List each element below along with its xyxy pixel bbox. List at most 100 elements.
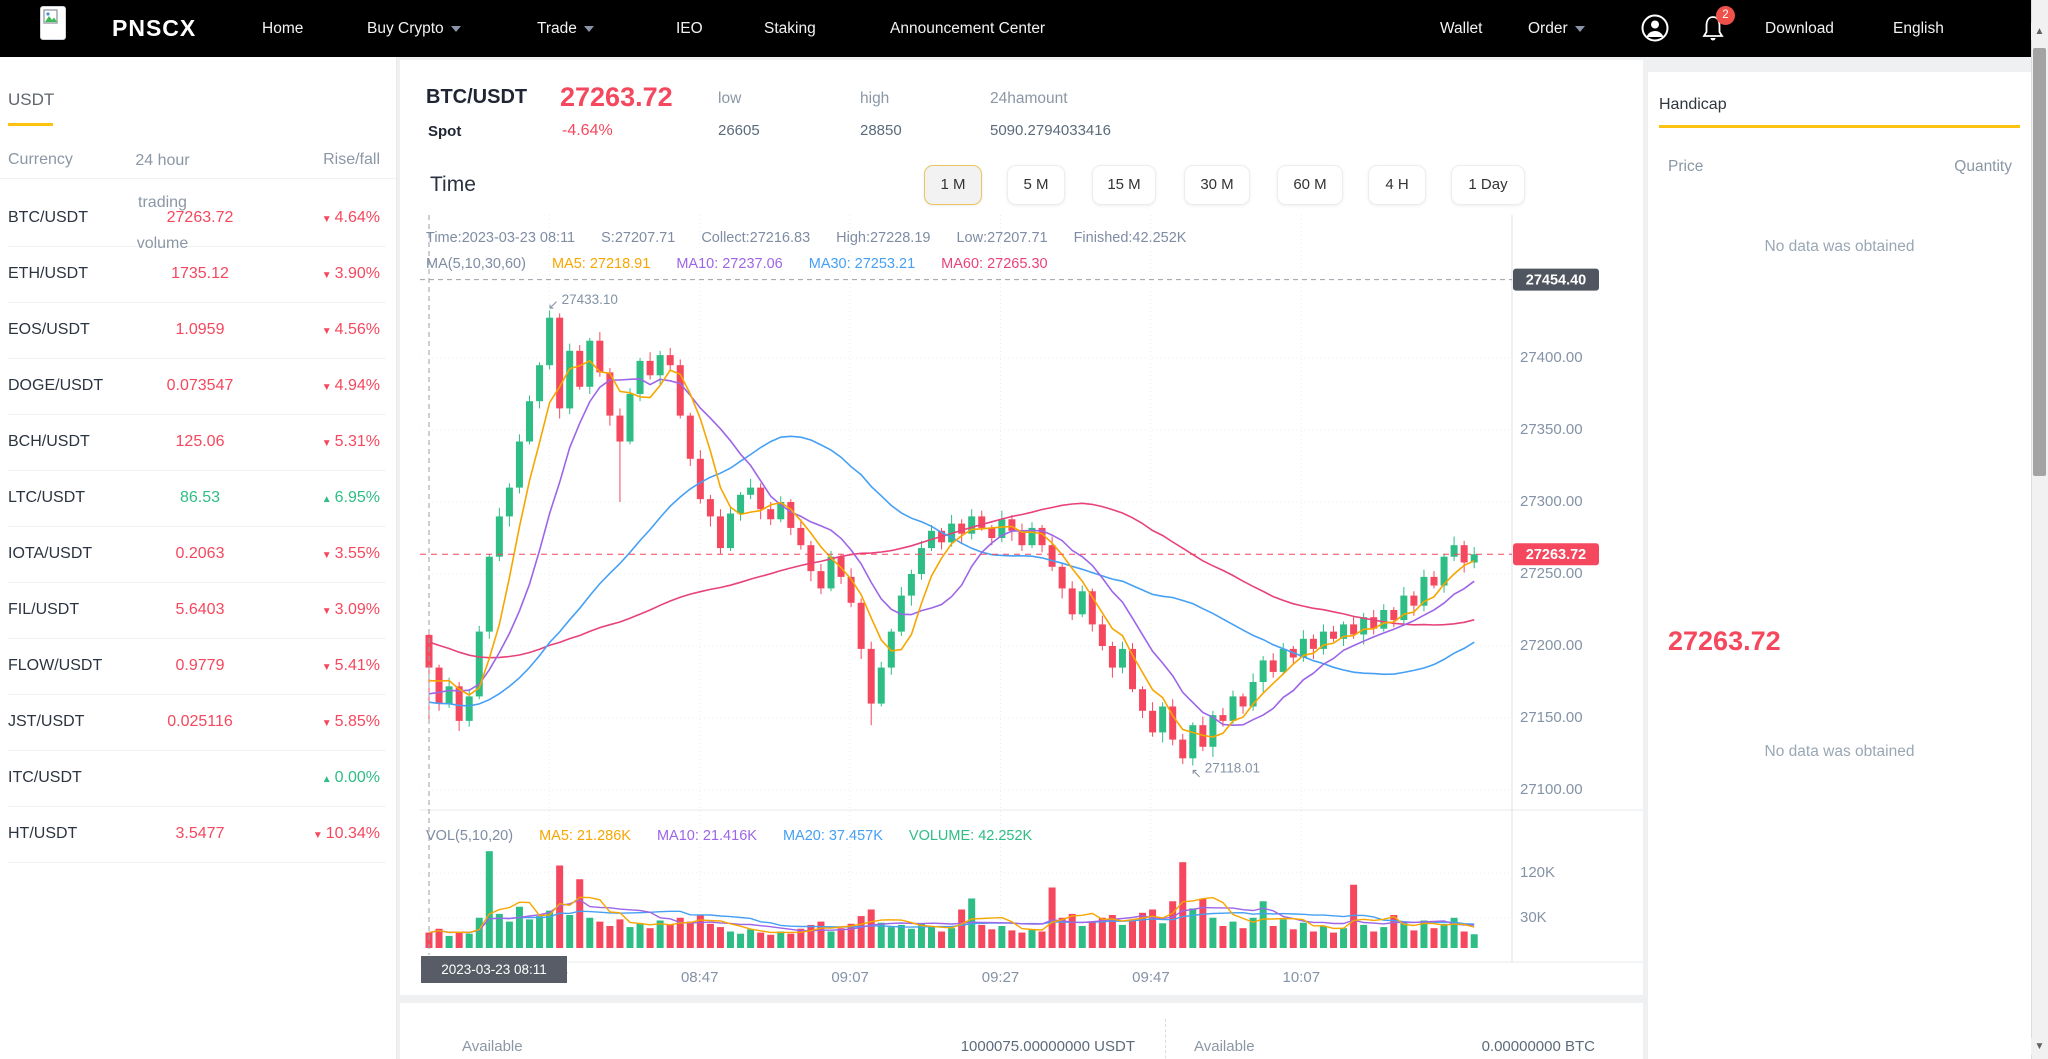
orderbook-empty-bids: No data was obtained xyxy=(1648,743,2031,761)
nav-staking[interactable]: Staking xyxy=(764,0,816,57)
nav-wallet[interactable]: Wallet xyxy=(1440,0,1483,57)
pair-price: 0.025116 xyxy=(120,694,280,750)
pair-label: FIL/USDT xyxy=(8,582,79,638)
timeframe-60m-button[interactable]: 60 M xyxy=(1277,165,1343,205)
pair-label: DOGE/USDT xyxy=(8,358,103,414)
pair-label: LTC/USDT xyxy=(8,470,85,526)
market-row-flow-usdt[interactable]: FLOW/USDT0.9779▼5.41% xyxy=(8,638,386,695)
nav-buy-crypto[interactable]: Buy Crypto xyxy=(367,0,461,57)
svg-text:30K: 30K xyxy=(1520,909,1547,926)
chevron-down-icon xyxy=(1575,26,1585,32)
pair-price: 125.06 xyxy=(120,414,280,470)
top-navbar: PNSCX Home Buy Crypto Trade IEO Staking … xyxy=(0,0,2031,57)
pair-label: EOS/USDT xyxy=(8,302,90,358)
brand-name[interactable]: PNSCX xyxy=(112,0,196,57)
high-value: 28850 xyxy=(860,122,902,139)
timeframe-15m-button[interactable]: 15 M xyxy=(1092,165,1156,205)
pair-price: 0.2063 xyxy=(120,526,280,582)
market-row-fil-usdt[interactable]: FIL/USDT 5.6403 ▼3.09% xyxy=(8,582,386,639)
pair-label: JST/USDT xyxy=(8,694,84,750)
timeframe-1day-button[interactable]: 1 Day xyxy=(1451,165,1525,205)
scrollbar-down-arrow[interactable]: ▼ xyxy=(2031,1038,2048,1055)
timeframe-4h-button[interactable]: 4 H xyxy=(1368,165,1426,205)
market-list-sidebar: USDT Currency 24 hour trading volume Ris… xyxy=(0,57,397,1059)
last-price: 27263.72 xyxy=(560,82,673,113)
trade-panel: Available 1000075.00000000 USDT Availabl… xyxy=(400,1003,1643,1059)
svg-text:27150.00: 27150.00 xyxy=(1520,709,1583,726)
nav-trade[interactable]: Trade xyxy=(537,0,594,57)
high-label: high xyxy=(860,90,889,108)
timeframe-5m-button[interactable]: 5 M xyxy=(1007,165,1065,205)
down-triangle-icon: ▼ xyxy=(322,326,332,337)
up-triangle-icon: ▲ xyxy=(322,494,332,505)
svg-text:27250.00: 27250.00 xyxy=(1520,565,1583,582)
broken-image-icon xyxy=(40,6,66,40)
column-header-risefall: Rise/fall xyxy=(323,151,380,169)
pair-label: IOTA/USDT xyxy=(8,526,92,582)
market-row-doge-usdt[interactable]: DOGE/USDT0.073547▼4.94% xyxy=(8,358,386,415)
down-triangle-icon: ▼ xyxy=(322,214,332,225)
svg-text:27200.00: 27200.00 xyxy=(1520,637,1583,654)
timeframe-30m-button[interactable]: 30 M xyxy=(1184,165,1250,205)
column-header-volume: 24 hour trading volume xyxy=(100,140,225,265)
market-row-iota-usdt[interactable]: IOTA/USDT 0.2063 ▼3.55% xyxy=(8,526,386,583)
market-row-ltc-usdt[interactable]: LTC/USDT86.53▲6.95% xyxy=(8,470,386,527)
down-triangle-icon: ▼ xyxy=(322,606,332,617)
svg-text:27263.72: 27263.72 xyxy=(1526,547,1586,563)
pair-label: FLOW/USDT xyxy=(8,638,102,694)
pair-change: ▼10.34% xyxy=(313,806,380,862)
market-row-ht-usdt[interactable]: HT/USDT3.5477▼10.34% xyxy=(8,806,386,863)
pair-change: ▼3.55% xyxy=(322,526,380,582)
pair-price: 0.9779 xyxy=(120,638,280,694)
price-change: -4.64% xyxy=(562,122,613,140)
svg-text:09:47: 09:47 xyxy=(1132,969,1170,986)
pair-label: ITC/USDT xyxy=(8,750,82,806)
pair-change: ▼3.90% xyxy=(322,246,380,302)
svg-text:10:07: 10:07 xyxy=(1283,969,1321,986)
svg-text:120K: 120K xyxy=(1520,864,1555,881)
nav-home[interactable]: Home xyxy=(262,0,303,57)
price-chart[interactable]: 27400.0027350.0027300.0027250.0027200.00… xyxy=(400,210,1643,995)
nav-ieo[interactable]: IEO xyxy=(676,0,703,57)
app-window: PNSCX Home Buy Crypto Trade IEO Staking … xyxy=(0,0,2048,1059)
svg-text:27300.00: 27300.00 xyxy=(1520,493,1583,510)
down-triangle-icon: ▼ xyxy=(322,662,332,673)
svg-text:↙: ↙ xyxy=(548,297,559,312)
nav-order[interactable]: Order xyxy=(1528,0,1585,57)
nav-download[interactable]: Download xyxy=(1765,0,1834,57)
market-row-itc-usdt[interactable]: ITC/USDT ▲0.00% xyxy=(8,750,386,807)
pair-price: 5.6403 xyxy=(120,582,280,638)
pair-label: BTC/USDT xyxy=(8,190,88,246)
pair-change: ▼3.09% xyxy=(322,582,380,638)
scrollbar-up-arrow[interactable]: ▲ xyxy=(2031,23,2048,40)
orderbook-panel: Handicap Price Quantity No data was obta… xyxy=(1648,72,2031,1059)
pair-price: 1.0959 xyxy=(120,302,280,358)
orderbook-price-header: Price xyxy=(1668,158,1703,176)
pair-change: ▼4.94% xyxy=(322,358,380,414)
svg-text:27118.01: 27118.01 xyxy=(1205,761,1260,776)
svg-text:↖: ↖ xyxy=(1191,766,1202,781)
market-row-bch-usdt[interactable]: BCH/USDT125.06▼5.31% xyxy=(8,414,386,471)
market-row-eos-usdt[interactable]: EOS/USDT1.0959▼4.56% xyxy=(8,302,386,359)
timeframe-1m-button[interactable]: 1 M xyxy=(924,165,982,205)
svg-text:27400.00: 27400.00 xyxy=(1520,349,1583,366)
pair-price xyxy=(120,750,280,806)
down-triangle-icon: ▼ xyxy=(322,550,332,561)
available-value-usdt: 1000075.00000000 USDT xyxy=(700,1019,1135,1059)
nav-announcement-center[interactable]: Announcement Center xyxy=(890,0,1045,57)
svg-text:2023-03-23 08:11: 2023-03-23 08:11 xyxy=(441,962,547,977)
tab-usdt[interactable]: USDT xyxy=(8,90,54,110)
pair-price: 86.53 xyxy=(120,470,280,526)
notification-badge: 2 xyxy=(1716,6,1735,25)
low-label: low xyxy=(718,90,741,108)
pair-label: BCH/USDT xyxy=(8,414,90,470)
pair-change: ▲0.00% xyxy=(322,750,380,806)
market-row-jst-usdt[interactable]: JST/USDT0.025116▼5.85% xyxy=(8,694,386,751)
divider xyxy=(1165,1019,1166,1059)
account-icon[interactable] xyxy=(1640,13,1670,43)
column-header-currency: Currency xyxy=(8,151,73,169)
amount-label: 24hamount xyxy=(990,90,1068,108)
scrollbar-thumb[interactable] xyxy=(2033,48,2046,476)
pair-change: ▼4.64% xyxy=(322,190,380,246)
nav-language[interactable]: English xyxy=(1893,0,1944,57)
